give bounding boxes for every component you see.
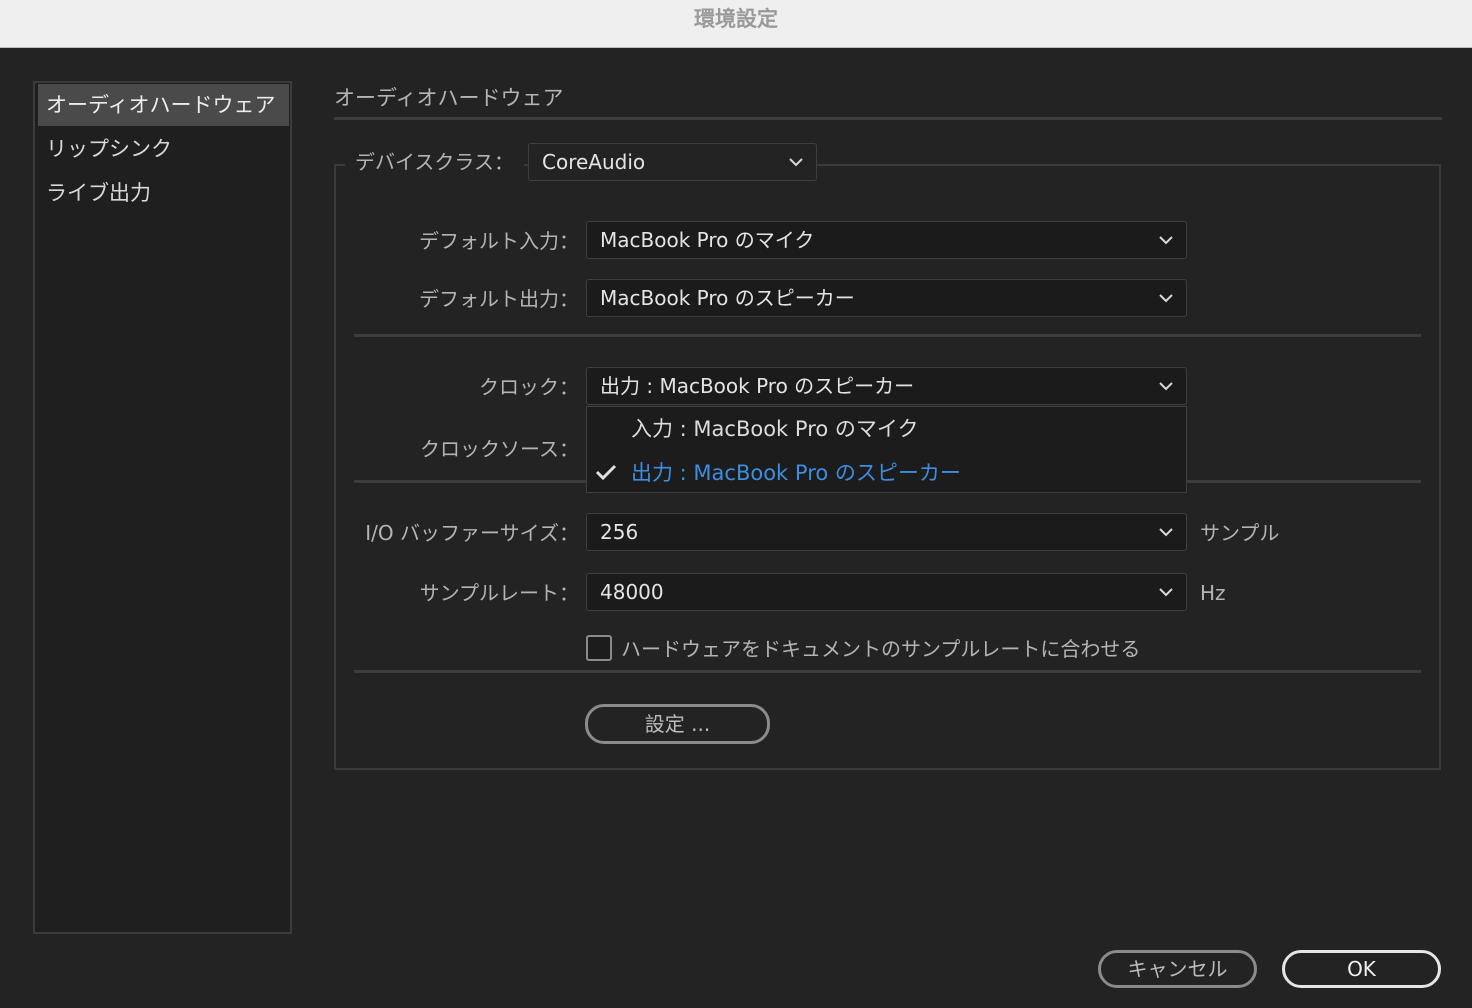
clock-option-input[interactable]: 入力 : MacBook Pro のマイク — [631, 413, 918, 443]
section-divider — [334, 117, 1442, 120]
match-sample-rate-label[interactable]: ハードウェアをドキュメントのサンプルレートに合わせる — [621, 633, 1140, 662]
clock-dropdown[interactable]: 出力 : MacBook Pro のスピーカー — [586, 367, 1187, 405]
sidebar: オーディオハードウェア リップシンク ライブ出力 — [33, 81, 292, 934]
sample-rate-unit: Hz — [1200, 581, 1226, 605]
clock-label: クロック： — [479, 375, 579, 399]
default-input-dropdown[interactable]: MacBook Pro のマイク — [586, 221, 1187, 259]
clock-dropdown-menu: 入力 : MacBook Pro のマイク 出力 : MacBook Pro の… — [586, 406, 1187, 493]
chevron-down-icon — [1158, 280, 1174, 327]
ok-button-label: OK — [1347, 957, 1376, 981]
device-class-label: デバイスクラス： — [345, 146, 524, 175]
sample-rate-dropdown[interactable]: 48000 — [586, 573, 1187, 611]
ok-button[interactable]: OK — [1282, 950, 1441, 988]
buffer-size-label: I/O バッファーサイズ： — [365, 521, 579, 545]
divider — [354, 334, 1421, 337]
cancel-button[interactable]: キャンセル — [1098, 950, 1257, 988]
settings-button-label: 設定 ... — [644, 712, 711, 736]
sidebar-item-audio-hardware[interactable]: オーディオハードウェア — [38, 84, 289, 126]
device-class-value: CoreAudio — [542, 150, 646, 174]
sample-rate-value: 48000 — [600, 580, 664, 604]
default-input-value: MacBook Pro のマイク — [600, 228, 815, 252]
sidebar-item-live-output[interactable]: ライブ出力 — [38, 172, 289, 214]
cancel-button-label: キャンセル — [1127, 957, 1228, 981]
buffer-size-value: 256 — [600, 520, 639, 544]
default-input-label: デフォルト入力： — [419, 229, 579, 253]
sidebar-item-label: リップシンク — [46, 137, 172, 161]
sidebar-item-label: ライブ出力 — [46, 181, 151, 205]
sidebar-item-label: オーディオハードウェア — [46, 93, 276, 117]
window-title: 環境設定 — [694, 7, 778, 31]
chevron-down-icon — [1158, 574, 1174, 621]
buffer-size-unit: サンプル — [1200, 521, 1280, 545]
default-output-label: デフォルト出力： — [419, 287, 579, 311]
window-titlebar: 環境設定 — [0, 0, 1472, 48]
sample-rate-label: サンプルレート： — [419, 581, 579, 605]
clock-value: 出力 : MacBook Pro のスピーカー — [600, 374, 915, 398]
settings-button[interactable]: 設定 ... — [585, 704, 770, 744]
chevron-down-icon — [788, 144, 804, 191]
clock-option-output[interactable]: 出力 : MacBook Pro のスピーカー — [631, 457, 961, 487]
device-class-dropdown[interactable]: CoreAudio — [528, 143, 817, 181]
chevron-down-icon — [1158, 222, 1174, 269]
default-output-dropdown[interactable]: MacBook Pro のスピーカー — [586, 279, 1187, 317]
checkmark-icon — [595, 463, 617, 485]
sidebar-item-lip-sync[interactable]: リップシンク — [38, 128, 289, 170]
buffer-size-dropdown[interactable]: 256 — [586, 513, 1187, 551]
chevron-down-icon — [1158, 514, 1174, 561]
match-sample-rate-checkbox[interactable] — [586, 635, 612, 661]
default-output-value: MacBook Pro のスピーカー — [600, 286, 855, 310]
clock-source-label: クロックソース： — [420, 437, 579, 461]
divider — [354, 670, 1421, 673]
section-title: オーディオハードウェア — [334, 86, 564, 110]
